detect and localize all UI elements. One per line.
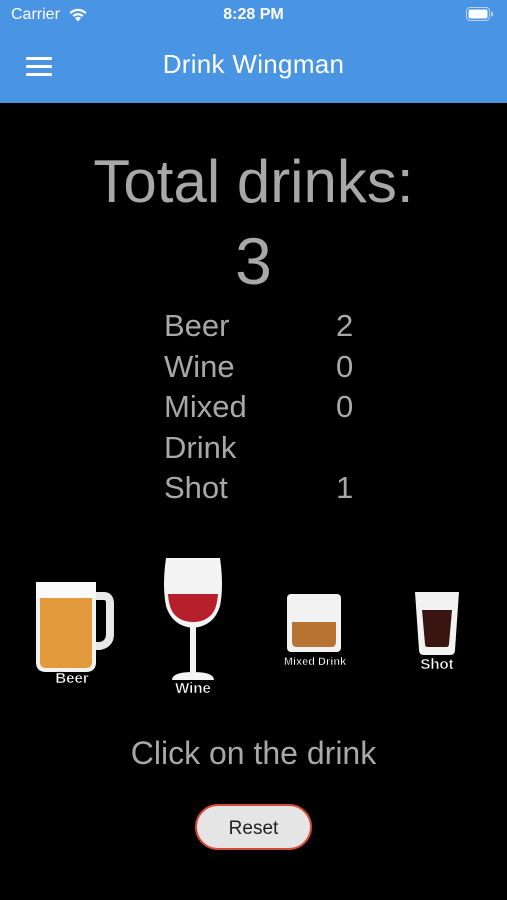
mixed-drink-label: Mixed Drink: [283, 656, 347, 669]
status-bar: Carrier 8:28 PM: [0, 0, 507, 32]
wine-glass-icon: [164, 558, 222, 680]
reset-button[interactable]: Reset: [195, 804, 312, 850]
battery-icon: [466, 7, 493, 21]
wine-button[interactable]: Wine: [160, 556, 226, 698]
count-row-wine: Wine 0: [164, 347, 384, 388]
mixed-drink-button[interactable]: Mixed Drink: [278, 592, 352, 672]
shot-button[interactable]: Shot: [412, 590, 462, 678]
count-value: 2: [336, 308, 354, 343]
count-value: 0: [336, 348, 354, 384]
app-bar: Carrier 8:28 PM Drink Wingman: [0, 0, 507, 103]
shot-glass-icon: [415, 592, 459, 655]
count-row-beer: Beer 2: [164, 306, 384, 347]
wine-label: Wine: [175, 680, 211, 698]
mixed-drink-glass-icon: [287, 594, 341, 652]
count-row-shot: Shot 1: [164, 468, 384, 509]
beer-button[interactable]: Beer: [30, 576, 114, 688]
count-name: Shot: [164, 470, 228, 505]
total-drinks-value: 3: [235, 224, 272, 298]
shot-label: Shot: [420, 656, 454, 674]
status-time: 8:28 PM: [223, 6, 284, 23]
drink-counts-table: Beer 2 Wine 0 Mixed Drink 0 Shot 1: [164, 306, 384, 509]
beer-label: Beer: [55, 670, 89, 688]
count-value: 1: [336, 470, 354, 505]
count-name: Wine: [164, 348, 235, 384]
beer-mug-icon: [36, 582, 114, 672]
reset-label: Reset: [228, 818, 279, 839]
count-name: Mixed Drink: [164, 389, 247, 465]
count-row-mixed-drink: Mixed Drink 0: [164, 387, 384, 468]
instruction-text: Click on the drink: [130, 735, 377, 771]
total-drinks-label: Total drinks:: [93, 148, 414, 215]
count-value: 0: [336, 389, 354, 424]
app-title: Drink Wingman: [162, 49, 345, 79]
count-name: Beer: [164, 308, 230, 343]
